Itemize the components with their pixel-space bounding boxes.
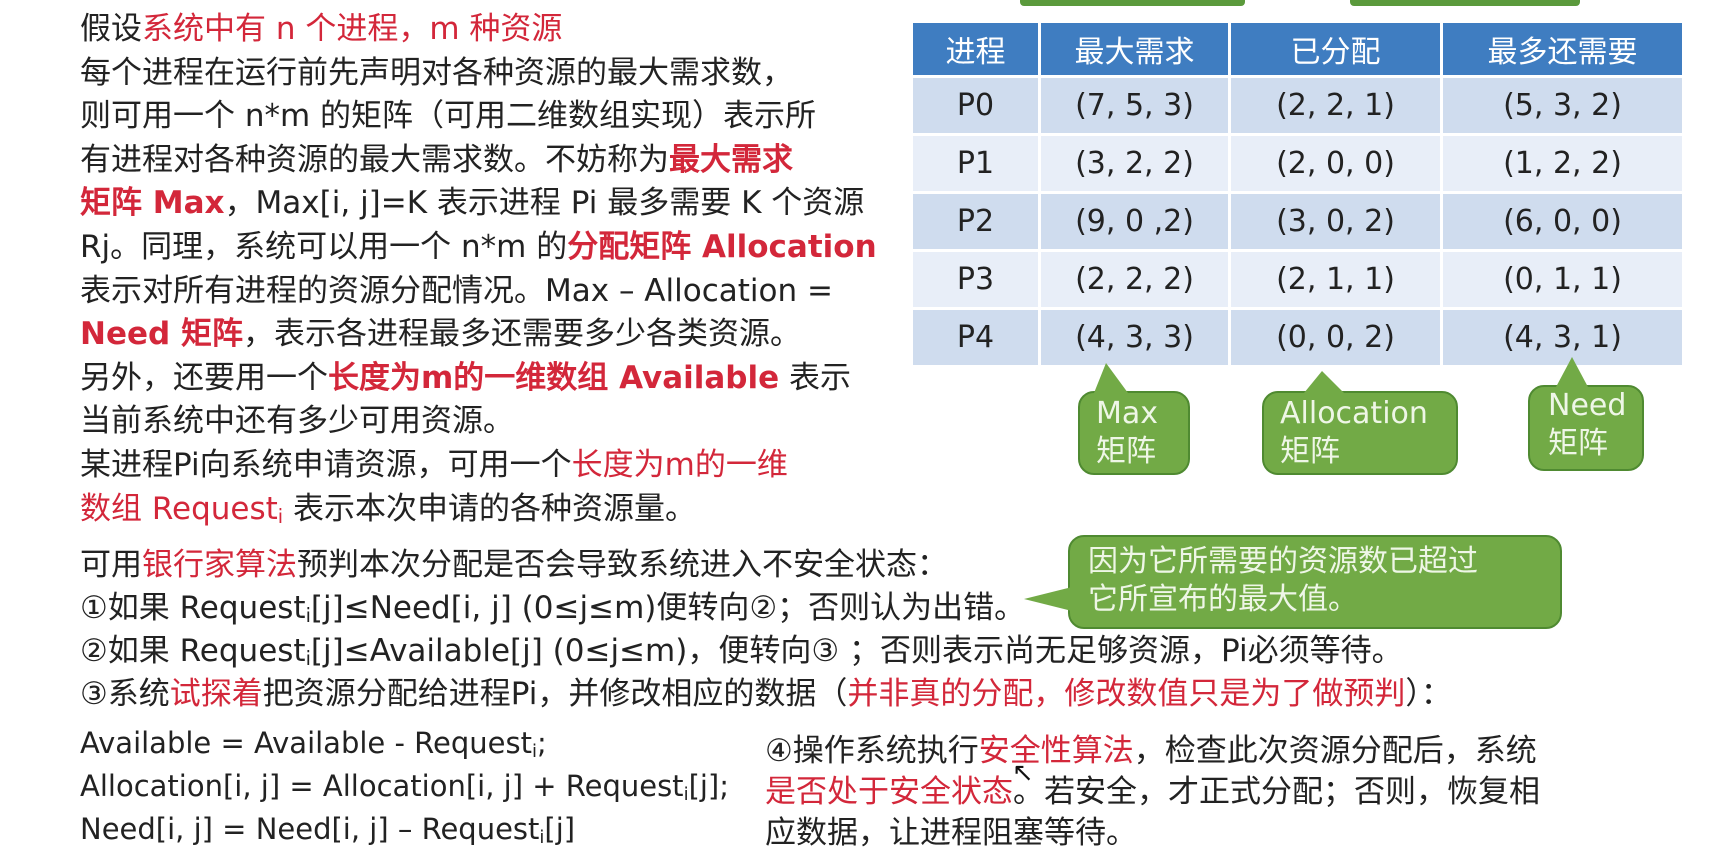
header-max: 最大需求 xyxy=(1038,20,1231,78)
cell-process: P3 xyxy=(910,249,1041,310)
cell-process: P0 xyxy=(910,75,1041,136)
cell-allocated: (2, 2, 1) xyxy=(1228,75,1443,136)
para-line-1: 假设系统中有 n 个进程，m 种资源 xyxy=(80,11,563,47)
banker-steps: 可用银行家算法预判本次分配是否会导致系统进入不安全状态： ①如果 Request… xyxy=(80,544,1452,716)
formula-allocation: Allocation[i, j] = Allocation[i, j] + Re… xyxy=(80,769,730,805)
cell-allocated: (3, 0, 2) xyxy=(1228,191,1443,252)
cell-max: (9, 0 ,2) xyxy=(1038,191,1231,252)
max-matrix-callout: Max 矩阵 xyxy=(1078,363,1190,475)
table-header-row: 进程 最大需求 已分配 最多还需要 xyxy=(910,20,1685,78)
steps-intro: 可用银行家算法预判本次分配是否会导致系统进入不安全状态： xyxy=(80,547,948,583)
para-line-6: Rj。同理，系统可以用一个 n*m 的分配矩阵 Allocation xyxy=(80,228,877,265)
cell-process: P2 xyxy=(910,191,1041,252)
table-row: P1 (3, 2, 2) (2, 0, 0) (1, 2, 2) xyxy=(910,133,1685,194)
para-line-5: 矩阵 Max，Max[i, j]=K 表示进程 Pi 最多需要 K 个资源 xyxy=(80,185,865,222)
table-row: P3 (2, 2, 2) (2, 1, 1) (0, 1, 1) xyxy=(910,249,1685,310)
para-line-11: 某进程Pi向系统申请资源，可用一个长度为m的一维 xyxy=(80,446,788,483)
step-1: ①如果 Requesti[j]≤Need[i, j] (0≤j≤m)便转向②；否… xyxy=(80,590,1026,627)
cell-need: (5, 3, 2) xyxy=(1440,75,1685,136)
cell-process: P4 xyxy=(910,307,1041,368)
formula-available: Available = Available - Requesti; xyxy=(80,726,547,762)
formula-need: Need[i, j] = Need[i, j] – Requesti[j] xyxy=(80,812,576,848)
cell-need: (0, 1, 1) xyxy=(1440,249,1685,310)
header-need: 最多还需要 xyxy=(1440,20,1685,78)
mouse-cursor-icon: ↖ xyxy=(1012,758,1034,788)
cell-allocated: (2, 0, 0) xyxy=(1228,133,1443,194)
cell-max: (4, 3, 3) xyxy=(1038,307,1231,368)
para-line-4: 有进程对各种资源的最大需求数。不妨称为最大需求 xyxy=(80,141,793,178)
intro-paragraph: 假设系统中有 n 个进程，m 种资源 每个进程在运行前先声明对各种资源的最大需求… xyxy=(80,8,910,531)
callout-tail xyxy=(1094,363,1128,393)
callout-tail xyxy=(1556,357,1588,387)
step4-line-2: 是否处于安全状态。若安全，才正式分配；否则，恢复相 xyxy=(765,774,1540,810)
allocation-matrix-callout: Allocation 矩阵 xyxy=(1262,371,1458,475)
para-line-7: 表示对所有进程的资源分配情况。Max – Allocation = xyxy=(80,272,833,309)
para-line-3: 则可用一个 n*m 的矩阵（可用二维数组实现）表示所 xyxy=(80,98,817,135)
step4-line-3: 应数据，让进程阻塞等待。 xyxy=(765,815,1137,851)
resource-table: 进程 最大需求 已分配 最多还需要 P0 (7, 5, 3) (2, 2, 1)… xyxy=(910,20,1685,368)
callout-tail xyxy=(1304,371,1344,393)
need-matrix-callout: Need 矩阵 xyxy=(1528,357,1644,471)
para-line-2: 每个进程在运行前先声明对各种资源的最大需求数， xyxy=(80,54,793,91)
step-4: ④操作系统执行安全性算法，检查此次资源分配后，系统 是否处于安全状态。若安全，才… xyxy=(765,731,1540,854)
step4-line-1: ④操作系统执行安全性算法，检查此次资源分配后，系统 xyxy=(765,733,1537,769)
para-line-12: 数组 Requesti 表示本次申请的各种资源量。 xyxy=(80,490,696,528)
para-line-9: 另外，还要用一个长度为m的一维数组 Available 表示 xyxy=(80,359,851,396)
table-row: P2 (9, 0 ,2) (3, 0, 2) (6, 0, 0) xyxy=(910,191,1685,252)
step-3: ③系统试探着把资源分配给进程Pi，并修改相应的数据（并非真的分配，修改数值只是为… xyxy=(80,676,1452,712)
cell-max: (3, 2, 2) xyxy=(1038,133,1231,194)
update-formulas: Available = Available - Requesti; Alloca… xyxy=(80,722,729,851)
step-2: ②如果 Requesti[j]≤Available[j] (0≤j≤m)，便转向… xyxy=(80,633,1403,670)
cell-need: (6, 0, 0) xyxy=(1440,191,1685,252)
cell-max: (2, 2, 2) xyxy=(1038,249,1231,310)
cell-process: P1 xyxy=(910,133,1041,194)
para-line-10: 当前系统中还有多少可用资源。 xyxy=(80,403,514,440)
cell-allocated: (2, 1, 1) xyxy=(1228,249,1443,310)
header-allocated: 已分配 xyxy=(1228,20,1443,78)
top-callout-edge-left xyxy=(1020,0,1245,6)
top-callout-edge-right xyxy=(1350,0,1580,6)
cell-max: (7, 5, 3) xyxy=(1038,75,1231,136)
cell-allocated: (0, 0, 2) xyxy=(1228,307,1443,368)
cell-need: (1, 2, 2) xyxy=(1440,133,1685,194)
header-process: 进程 xyxy=(910,20,1041,78)
para-line-8: Need 矩阵，表示各进程最多还需要多少各类资源。 xyxy=(80,316,801,353)
table-row: P0 (7, 5, 3) (2, 2, 1) (5, 3, 2) xyxy=(910,75,1685,136)
